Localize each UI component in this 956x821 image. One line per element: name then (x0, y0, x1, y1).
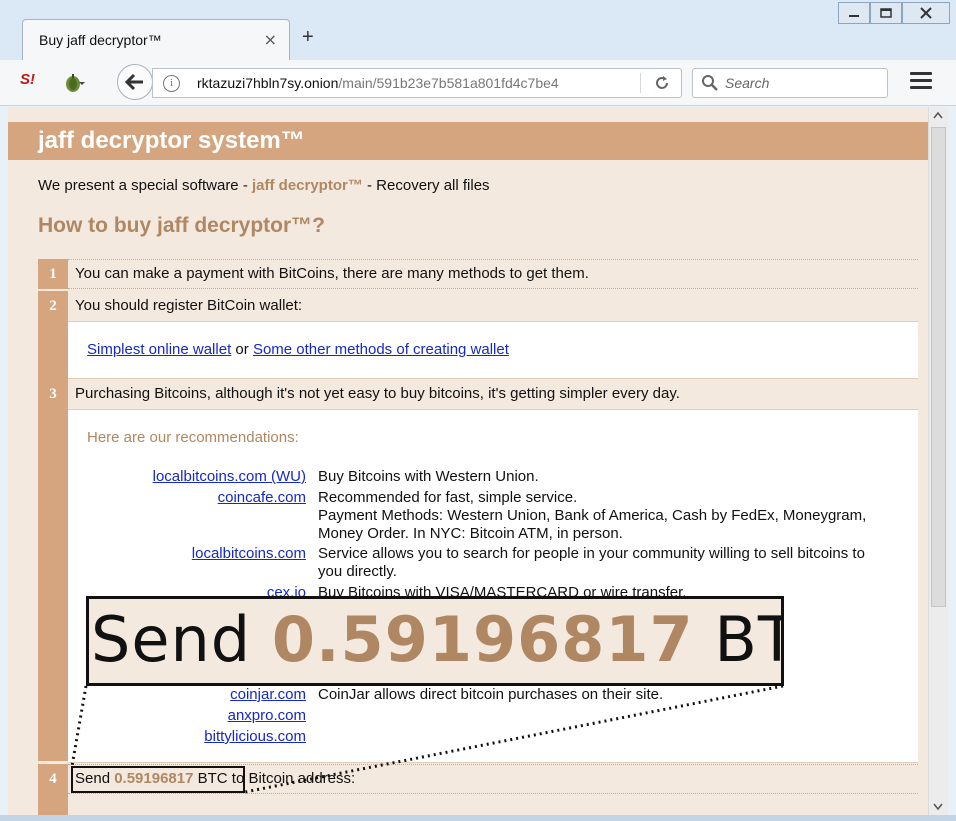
rec-desc: Recommended for fast, simple service. Pay… (318, 489, 893, 543)
maximize-icon (880, 8, 892, 18)
zoom-amount: 0.59196817 (271, 603, 694, 676)
step-number-column (38, 409, 68, 761)
url-path: /main/591b23e7b581a801fd4c7be4 (338, 75, 559, 91)
maximize-button[interactable] (870, 2, 902, 24)
step-number-column (38, 794, 68, 815)
simplest-wallet-link[interactable]: Simplest online wallet (87, 341, 231, 358)
zoom-send: Send (91, 603, 272, 676)
step-number: 4 (38, 764, 68, 794)
tab-title: Buy jaff decryptor™ (39, 32, 162, 48)
rec-link-coinjar[interactable]: coinjar.com (230, 686, 306, 703)
step-number: 3 (38, 379, 68, 409)
tab-close-icon[interactable]: × (264, 30, 277, 49)
rec-desc-line1: Recommended for fast, simple service. (318, 489, 578, 506)
minimize-button[interactable] (838, 2, 870, 24)
zoom-text: Send 0.59196817 BTC (91, 603, 781, 676)
step-1: 1 You can make a payment with BitCoins, … (38, 259, 918, 289)
step-text: You should register BitCoin wallet: (75, 297, 303, 314)
close-window-button[interactable] (902, 2, 950, 24)
back-arrow-icon (125, 73, 143, 91)
rec-link-anxpro[interactable]: anxpro.com (228, 707, 306, 724)
page-viewport: jaff decryptor system™ We present a spec… (8, 107, 928, 815)
divider (68, 259, 918, 260)
page-title: jaff decryptor system™ (38, 127, 305, 154)
rec-link-localbitcoins-wu[interactable]: localbitcoins.com (WU) (153, 468, 306, 485)
intro-before: We present a special software - (38, 177, 252, 194)
step-number: 2 (38, 291, 68, 321)
rec-desc: Buy Bitcoins with Western Union. (318, 468, 539, 485)
zoom-unit: BTC (714, 603, 781, 676)
rec-desc: Service allows you to search for people … (318, 545, 865, 580)
tor-onion-icon[interactable] (62, 70, 86, 94)
step-number-column (38, 321, 68, 379)
scrollbar-thumb[interactable] (931, 127, 946, 607)
hamburger-menu-icon[interactable] (910, 72, 932, 93)
reload-icon[interactable] (653, 74, 671, 92)
rec-link-localbitcoins[interactable]: localbitcoins.com (192, 545, 306, 562)
tab-active[interactable]: Buy jaff decryptor™ × (22, 19, 290, 61)
vertical-scrollbar[interactable] (928, 107, 948, 815)
recommendations-title: Here are our recommendations: (87, 429, 299, 446)
address-bar[interactable]: i rktazuzi7hbln7sy.onion/main/591b23e7b5… (152, 68, 682, 98)
rec-link-bittylicious[interactable]: bittylicious.com (204, 728, 306, 745)
other-wallet-methods-link[interactable]: Some other methods of creating wallet (253, 341, 509, 358)
scroll-up-icon[interactable] (933, 111, 943, 119)
site-info-icon[interactable]: i (163, 75, 180, 92)
step-4-numcol (38, 794, 918, 815)
highlight-box (71, 766, 245, 793)
step-text: You can make a payment with BitCoins, th… (75, 265, 589, 282)
search-bar[interactable]: Search (692, 68, 888, 98)
recommendations-box: Here are our recommendations: localbitco… (68, 409, 918, 763)
url-domain: rktazuzi7hbln7sy.onion (197, 75, 339, 91)
rec-desc: CoinJar allows direct bitcoin purchases … (318, 686, 664, 703)
step-text: Purchasing Bitcoins, although it's not y… (75, 385, 680, 402)
url-text[interactable]: rktazuzi7hbln7sy.onion/main/591b23e7b581… (197, 75, 559, 91)
new-tab-button[interactable]: + (302, 26, 314, 49)
howto-heading: How to buy jaff decryptor™? (38, 214, 326, 237)
scroll-down-icon[interactable] (933, 803, 943, 811)
search-input[interactable]: Search (725, 75, 769, 91)
back-button[interactable] (117, 64, 153, 100)
url-separator (640, 73, 641, 93)
divider (68, 764, 918, 765)
rec-desc-line2: Payment Methods: Western Union, Bank of … (318, 507, 867, 542)
divider (68, 288, 918, 289)
search-icon (702, 75, 718, 91)
window-frame-bottom (0, 815, 956, 821)
intro-product: jaff decryptor™ (251, 177, 363, 194)
extension-icon[interactable]: S! (20, 71, 42, 93)
wallet-links: Simplest online wallet or Some other met… (87, 341, 509, 358)
step-2: 2 You should register BitCoin wallet: (38, 291, 918, 321)
close-icon (920, 7, 932, 19)
intro-after: - Recovery all files (362, 177, 490, 194)
wallet-box: Simplest online wallet or Some other met… (68, 321, 918, 379)
intro-text: We present a special software - jaff dec… (38, 177, 490, 194)
navigation-toolbar: S! i rktazuzi7hbln7sy.onion/main/591b23e… (0, 60, 956, 106)
zoom-callout: Send 0.59196817 BTC (86, 596, 784, 686)
minimize-icon (849, 15, 859, 17)
wallet-or: or (231, 341, 253, 358)
rec-link-coincafe[interactable]: coincafe.com (218, 489, 306, 506)
header-band: jaff decryptor system™ (8, 122, 928, 160)
step-3: 3 Purchasing Bitcoins, although it's not… (38, 379, 918, 409)
window-controls (838, 2, 950, 24)
send-after: to Bitcoin address: (227, 770, 356, 787)
step-number: 1 (38, 259, 68, 289)
